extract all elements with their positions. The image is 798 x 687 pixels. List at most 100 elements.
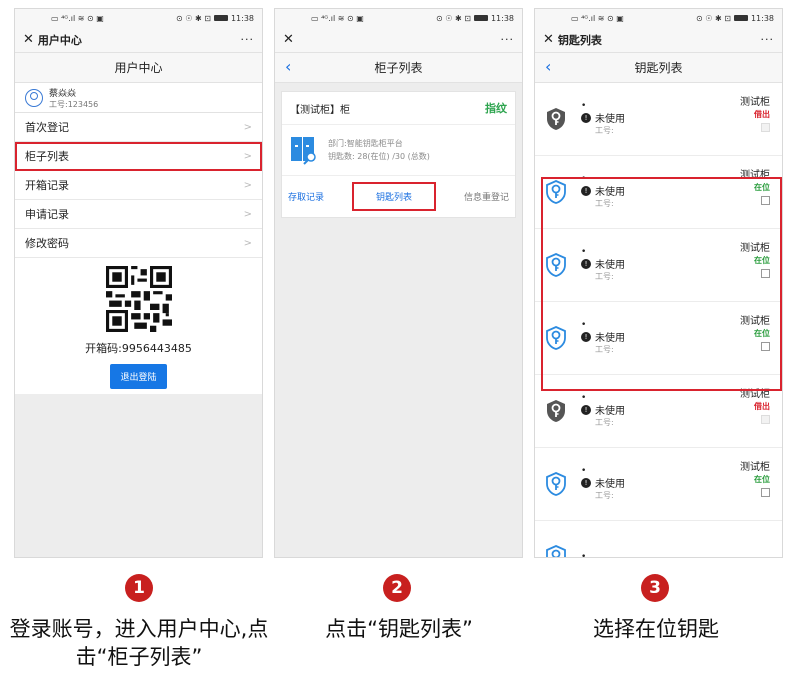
nav-bar: 用户中心: [15, 53, 262, 83]
avatar-icon: [25, 88, 43, 107]
key-state-badge: 在位: [754, 475, 770, 484]
nav-bar: ‹ 钥匙列表: [535, 53, 782, 83]
key-list-item[interactable]: •: [535, 521, 782, 557]
key-dot: •: [581, 393, 587, 403]
key-cabinet-name: 测试柜: [740, 97, 770, 108]
status-icon: !: [581, 477, 591, 488]
key-state-badge: 在位: [754, 256, 770, 265]
clock: 11:38: [230, 13, 254, 23]
status-icons-left: ▭ ⁴ᴳ.ıl ≋ ⊙ ▣: [51, 13, 104, 23]
key-list-item[interactable]: •! 未使用 工号: 测试柜 在位: [535, 448, 782, 521]
key-select-checkbox[interactable]: [761, 488, 770, 497]
status-bar: ▭ ⁴ᴳ.ıl ≋ ⊙ ▣ ⊙ ☉ ✱ ⊡ 11:38: [15, 9, 262, 27]
close-icon[interactable]: ✕: [283, 32, 294, 47]
key-list-item[interactable]: •! 未使用 工号: 测试柜 在位: [535, 156, 782, 229]
key-select-checkbox[interactable]: [761, 196, 770, 205]
clock: 11:38: [490, 13, 514, 23]
page-title: 用户中心: [114, 61, 163, 75]
menu-item-request-records[interactable]: 申请记录 >: [15, 200, 262, 229]
step-text-1: 登录账号，进入用户中心,点击“柜子列表”: [9, 617, 269, 669]
fingerprint-badge: 指纹: [485, 102, 507, 115]
key-state-badge: 借出: [754, 110, 770, 119]
cabinet-name: 【测试柜】柜: [290, 104, 350, 116]
key-list-item[interactable]: •! 未使用 工号: 测试柜借出: [535, 83, 782, 156]
key-state-badge: 在位: [754, 329, 770, 338]
phone-screen-key-list: ▭ ⁴ᴳ.ıl ≋ ⊙ ▣ ⊙ ☉ ✱ ⊡ 11:38 ✕ 钥匙列表 ··· ‹ 钥…: [534, 8, 783, 558]
status-icon: !: [581, 258, 591, 269]
close-icon[interactable]: ✕: [543, 32, 554, 47]
page-title: 钥匙列表: [634, 61, 683, 75]
status-icon: !: [581, 112, 591, 123]
status-icons-right: ⊙ ☉ ✱ ⊡: [176, 13, 211, 23]
key-status: 未使用: [595, 333, 625, 344]
key-select-checkbox[interactable]: [761, 269, 770, 278]
menu-item-label: 修改密码: [25, 237, 69, 250]
more-options-icon[interactable]: ···: [241, 33, 255, 46]
access-records-link[interactable]: 存取记录: [288, 190, 324, 203]
user-name: 蔡焱焱: [49, 88, 77, 99]
nav-bar: ‹ 柜子列表: [275, 53, 522, 83]
key-shield-icon: [546, 545, 566, 557]
status-icon: !: [581, 404, 591, 415]
window-titlebar: ✕ ···: [275, 27, 522, 53]
key-shield-icon: [546, 253, 566, 277]
battery-icon: [733, 15, 748, 21]
key-state-badge: 借出: [754, 402, 770, 411]
re-register-link[interactable]: 信息重登记: [464, 190, 509, 203]
chevron-right-icon: >: [243, 237, 252, 249]
status-icons-right: ⊙ ☉ ✱ ⊡: [436, 13, 471, 23]
key-shield-icon: [547, 400, 565, 422]
key-shield-icon: [547, 108, 565, 130]
user-id: 工号:123456: [49, 99, 99, 109]
key-dot: •: [581, 466, 587, 476]
battery-icon: [473, 15, 488, 21]
key-worker-no: 工号:: [595, 126, 614, 135]
more-options-icon[interactable]: ···: [501, 33, 515, 46]
menu-item-change-password[interactable]: 修改密码 >: [15, 229, 262, 258]
key-list-item[interactable]: •! 未使用 工号: 测试柜借出: [535, 375, 782, 448]
key-select-checkbox: [761, 123, 770, 132]
cabinet-key-count: 钥匙数: 28(在位) /30 (总数): [328, 152, 430, 161]
key-list-button[interactable]: 钥匙列表: [351, 182, 437, 211]
chevron-right-icon: >: [243, 179, 252, 191]
step-number-3: 3: [641, 574, 669, 602]
step-text-3: 选择在位钥匙: [593, 617, 719, 641]
cabinet-card: 【测试柜】柜 指纹 部门:智能钥匙柜平台 钥匙数: 28(在位) /30 (总数…: [281, 91, 516, 218]
unlock-code: 开箱码:9956443485: [85, 342, 192, 355]
clock: 11:38: [750, 13, 774, 23]
step-text-2: 点击“钥匙列表”: [325, 617, 473, 641]
menu-item-first-registration[interactable]: 首次登记 >: [15, 113, 262, 142]
key-shield-icon: [546, 180, 566, 204]
step-number-2: 2: [383, 574, 411, 602]
window-titlebar: ✕ 用户中心 ···: [15, 27, 262, 53]
key-cabinet-name: 测试柜: [740, 170, 770, 181]
key-list-item[interactable]: •! 未使用 工号: 测试柜 在位: [535, 229, 782, 302]
key-cabinet-name: 测试柜: [740, 462, 770, 473]
window-titlebar: ✕ 钥匙列表 ···: [535, 27, 782, 53]
key-cabinet-name: 测试柜: [740, 389, 770, 400]
key-worker-no: 工号:: [595, 272, 614, 281]
key-status: 未使用: [595, 406, 625, 417]
key-worker-no: 工号:: [595, 418, 614, 427]
key-select-checkbox: [761, 415, 770, 424]
window-title: 用户中心: [37, 33, 82, 47]
logout-button[interactable]: 退出登陆: [110, 364, 167, 389]
page-title: 柜子列表: [374, 61, 423, 75]
status-icon: !: [581, 185, 591, 196]
key-select-checkbox[interactable]: [761, 342, 770, 351]
more-options-icon[interactable]: ···: [761, 33, 775, 46]
key-dot: •: [581, 101, 587, 111]
menu-item-cabinet-list[interactable]: 柜子列表 >: [15, 142, 262, 171]
close-icon[interactable]: ✕: [23, 32, 34, 47]
menu-item-open-records[interactable]: 开箱记录 >: [15, 171, 262, 200]
key-dot: •: [581, 247, 587, 257]
menu-item-label: 开箱记录: [25, 179, 69, 192]
key-status: 未使用: [595, 187, 625, 198]
cabinet-department: 部门:智能钥匙柜平台: [328, 139, 403, 148]
menu-item-label: 柜子列表: [25, 150, 69, 163]
user-card: 蔡焱焱 工号:123456: [15, 83, 262, 113]
key-list-item[interactable]: •! 未使用 工号: 测试柜 在位: [535, 302, 782, 375]
key-status: 未使用: [595, 114, 625, 125]
key-worker-no: 工号:: [595, 345, 614, 354]
key-worker-no: 工号:: [595, 491, 614, 500]
